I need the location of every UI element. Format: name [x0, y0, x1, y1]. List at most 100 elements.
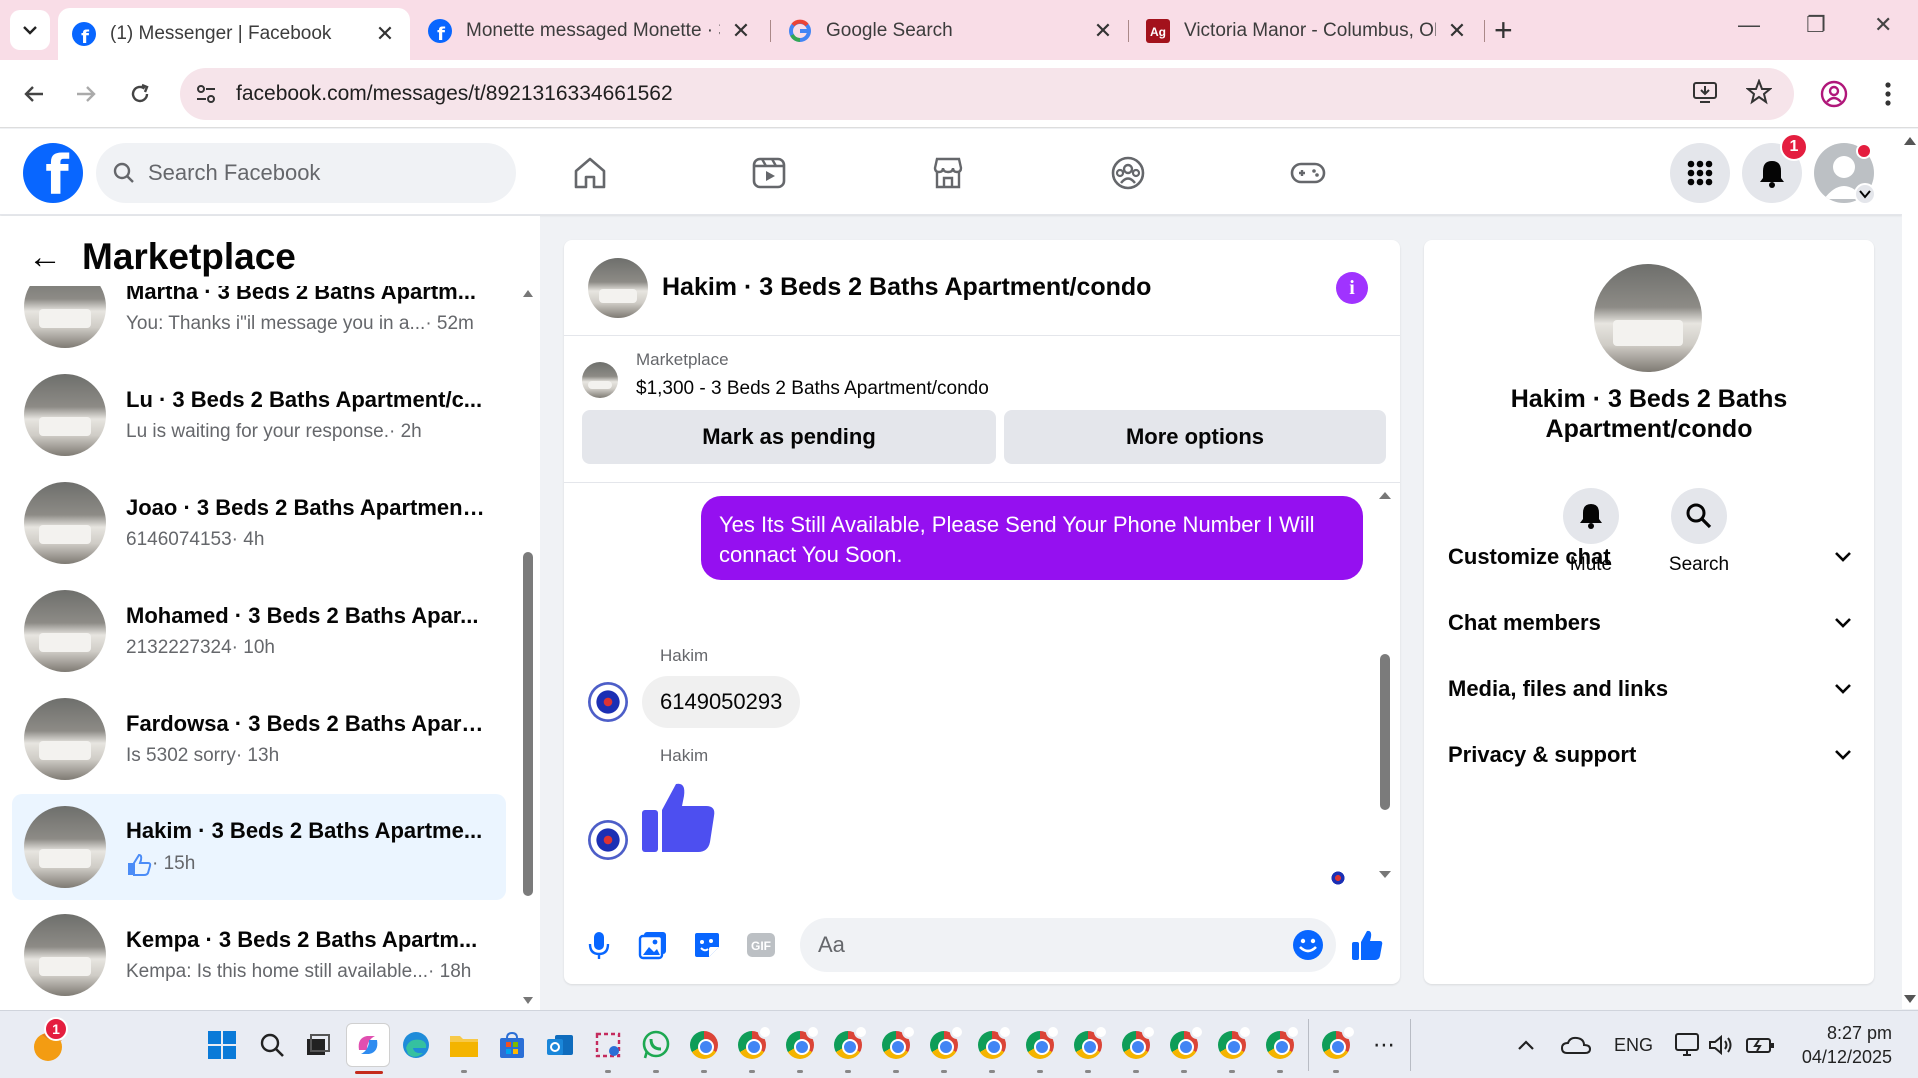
sidebar-scroll-thumb[interactable]	[523, 552, 533, 896]
chrome-icon[interactable]	[1018, 1023, 1062, 1073]
bookmark-star-icon[interactable]	[1745, 77, 1773, 110]
thumbs-up-sticker[interactable]	[640, 780, 716, 861]
gif-icon[interactable]: GIF	[744, 928, 778, 962]
chat-title[interactable]: Hakim · 3 Beds 2 Baths Apartment/condo	[662, 273, 1151, 302]
profile-icon[interactable]	[1816, 76, 1852, 112]
list-item[interactable]: Lu · 3 Beds 2 Baths Apartment/c... Lu is…	[12, 362, 506, 468]
sticker-icon[interactable]	[690, 928, 724, 962]
more-options-button[interactable]: More options	[1004, 410, 1386, 464]
message-input[interactable]	[818, 932, 1268, 958]
edge-icon[interactable]	[394, 1023, 438, 1067]
minimize-icon[interactable]: —	[1738, 12, 1760, 38]
clock-time[interactable]: 8:27 pm	[1806, 1023, 1892, 1044]
chrome-icon[interactable]	[1162, 1023, 1206, 1073]
install-app-icon[interactable]	[1692, 80, 1718, 109]
scroll-down-arrow-icon[interactable]	[1378, 870, 1392, 880]
copilot-icon[interactable]	[346, 1023, 390, 1074]
forward-button[interactable]	[66, 74, 106, 114]
groups-icon[interactable]	[1102, 147, 1154, 199]
chrome-icon[interactable]	[970, 1023, 1014, 1073]
tab-monette[interactable]: f Monette messaged Monette · 3 ✕	[414, 8, 766, 54]
list-item[interactable]: Martha · 3 Beds 2 Baths Apartm... You: T…	[12, 286, 506, 360]
windows-start-icon[interactable]	[200, 1023, 244, 1067]
gaming-icon[interactable]	[1282, 147, 1334, 199]
battery-icon[interactable]	[1738, 1023, 1782, 1067]
tab-victoria-manor[interactable]: Ag Victoria Manor - Columbus, OH ✕	[1132, 8, 1482, 54]
clock-date[interactable]: 04/12/2025	[1796, 1047, 1892, 1068]
scroll-down-arrow-icon[interactable]	[1902, 993, 1918, 1005]
info-icon[interactable]: i	[1336, 272, 1368, 304]
list-item[interactable]: Kempa · 3 Beds 2 Baths Apartm... Kempa: …	[12, 902, 506, 1008]
tab-close-icon[interactable]: ✕	[730, 18, 752, 44]
chrome-icon[interactable]	[1314, 1023, 1358, 1073]
scroll-up-arrow-icon[interactable]	[522, 288, 534, 298]
microphone-icon[interactable]	[582, 928, 616, 962]
photo-icon[interactable]	[636, 928, 670, 962]
chat-scrollbar[interactable]	[1378, 484, 1392, 884]
close-window-icon[interactable]: ✕	[1874, 12, 1892, 38]
chrome-icon[interactable]	[922, 1023, 966, 1073]
whatsapp-icon[interactable]	[634, 1023, 678, 1073]
kebab-menu-icon[interactable]	[1870, 76, 1906, 112]
send-like-icon[interactable]	[1350, 928, 1384, 962]
back-arrow-icon[interactable]: ←	[28, 238, 62, 277]
chrome-icon[interactable]	[826, 1023, 870, 1073]
tab-close-icon[interactable]: ✕	[1092, 18, 1114, 44]
tab-google[interactable]: Google Search ✕	[774, 8, 1128, 54]
incoming-message[interactable]: 6149050293	[642, 676, 801, 728]
marketplace-icon[interactable]	[922, 147, 974, 199]
chrome-icon[interactable]	[778, 1023, 822, 1073]
chrome-icon[interactable]	[1114, 1023, 1158, 1073]
mark-as-pending-button[interactable]: Mark as pending	[582, 410, 996, 464]
back-button[interactable]	[14, 74, 54, 114]
sidebar-scrollbar[interactable]	[522, 288, 534, 1008]
menu-grid-button[interactable]	[1670, 143, 1730, 203]
chat-avatar[interactable]	[588, 257, 648, 318]
tab-close-icon[interactable]: ✕	[374, 21, 396, 47]
list-item[interactable]: Joao · 3 Beds 2 Baths Apartment... 61460…	[12, 470, 506, 576]
facebook-search[interactable]	[96, 143, 516, 203]
customize-chat-row[interactable]: Customize chat	[1448, 532, 1852, 582]
list-item[interactable]: Fardowsa · 3 Beds 2 Baths Apart... Is 53…	[12, 686, 506, 792]
sender-avatar[interactable]	[588, 682, 628, 722]
taskbar-search-icon[interactable]	[250, 1023, 294, 1067]
tab-messenger[interactable]: f (1) Messenger | Facebook ✕	[58, 8, 410, 60]
privacy-support-row[interactable]: Privacy & support	[1448, 730, 1852, 780]
page-scrollbar[interactable]	[1902, 129, 1918, 1009]
scroll-down-arrow-icon[interactable]	[522, 996, 534, 1006]
file-explorer-icon[interactable]	[442, 1023, 486, 1073]
chat-scroll-thumb[interactable]	[1380, 654, 1390, 810]
chrome-icon[interactable]	[874, 1023, 918, 1073]
chrome-icon[interactable]	[1066, 1023, 1110, 1073]
show-hidden-icons-chevron-icon[interactable]	[1504, 1023, 1548, 1067]
sender-avatar[interactable]	[588, 820, 628, 860]
more-apps-icon[interactable]: ⋯	[1362, 1023, 1406, 1067]
site-info-icon[interactable]	[180, 68, 232, 120]
new-tab-button[interactable]: +	[1494, 14, 1513, 46]
emoji-icon[interactable]	[1292, 929, 1324, 966]
onedrive-cloud-icon[interactable]	[1554, 1023, 1598, 1067]
tab-search-button[interactable]	[10, 10, 50, 50]
message-input-wrapper[interactable]	[800, 918, 1336, 972]
reload-button[interactable]	[120, 74, 160, 114]
search-input[interactable]	[148, 160, 488, 186]
video-icon[interactable]	[743, 147, 795, 199]
home-icon[interactable]	[564, 147, 616, 199]
chat-members-row[interactable]: Chat members	[1448, 598, 1852, 648]
facebook-logo[interactable]: f	[23, 143, 83, 203]
language-indicator[interactable]: ENG	[1614, 1035, 1653, 1056]
tab-close-icon[interactable]: ✕	[1446, 18, 1468, 44]
list-item-selected[interactable]: Hakim · 3 Beds 2 Baths Apartme... · 15h	[12, 794, 506, 900]
address-bar[interactable]: facebook.com/messages/t/8921316334661562	[180, 68, 1794, 120]
task-view-icon[interactable]	[296, 1023, 340, 1067]
list-item[interactable]: Mohamed · 3 Beds 2 Baths Apar... 2132227…	[12, 578, 506, 684]
chrome-icon[interactable]	[1210, 1023, 1254, 1073]
restore-icon[interactable]: ❐	[1806, 12, 1826, 38]
outgoing-message[interactable]: Yes Its Still Available, Please Send You…	[701, 496, 1363, 580]
chrome-icon[interactable]	[1258, 1023, 1302, 1073]
chrome-icon[interactable]	[682, 1023, 726, 1073]
scroll-up-arrow-icon[interactable]	[1378, 490, 1392, 500]
microsoft-store-icon[interactable]	[490, 1023, 534, 1067]
scroll-up-arrow-icon[interactable]	[1902, 135, 1918, 147]
outlook-icon[interactable]	[538, 1023, 582, 1067]
